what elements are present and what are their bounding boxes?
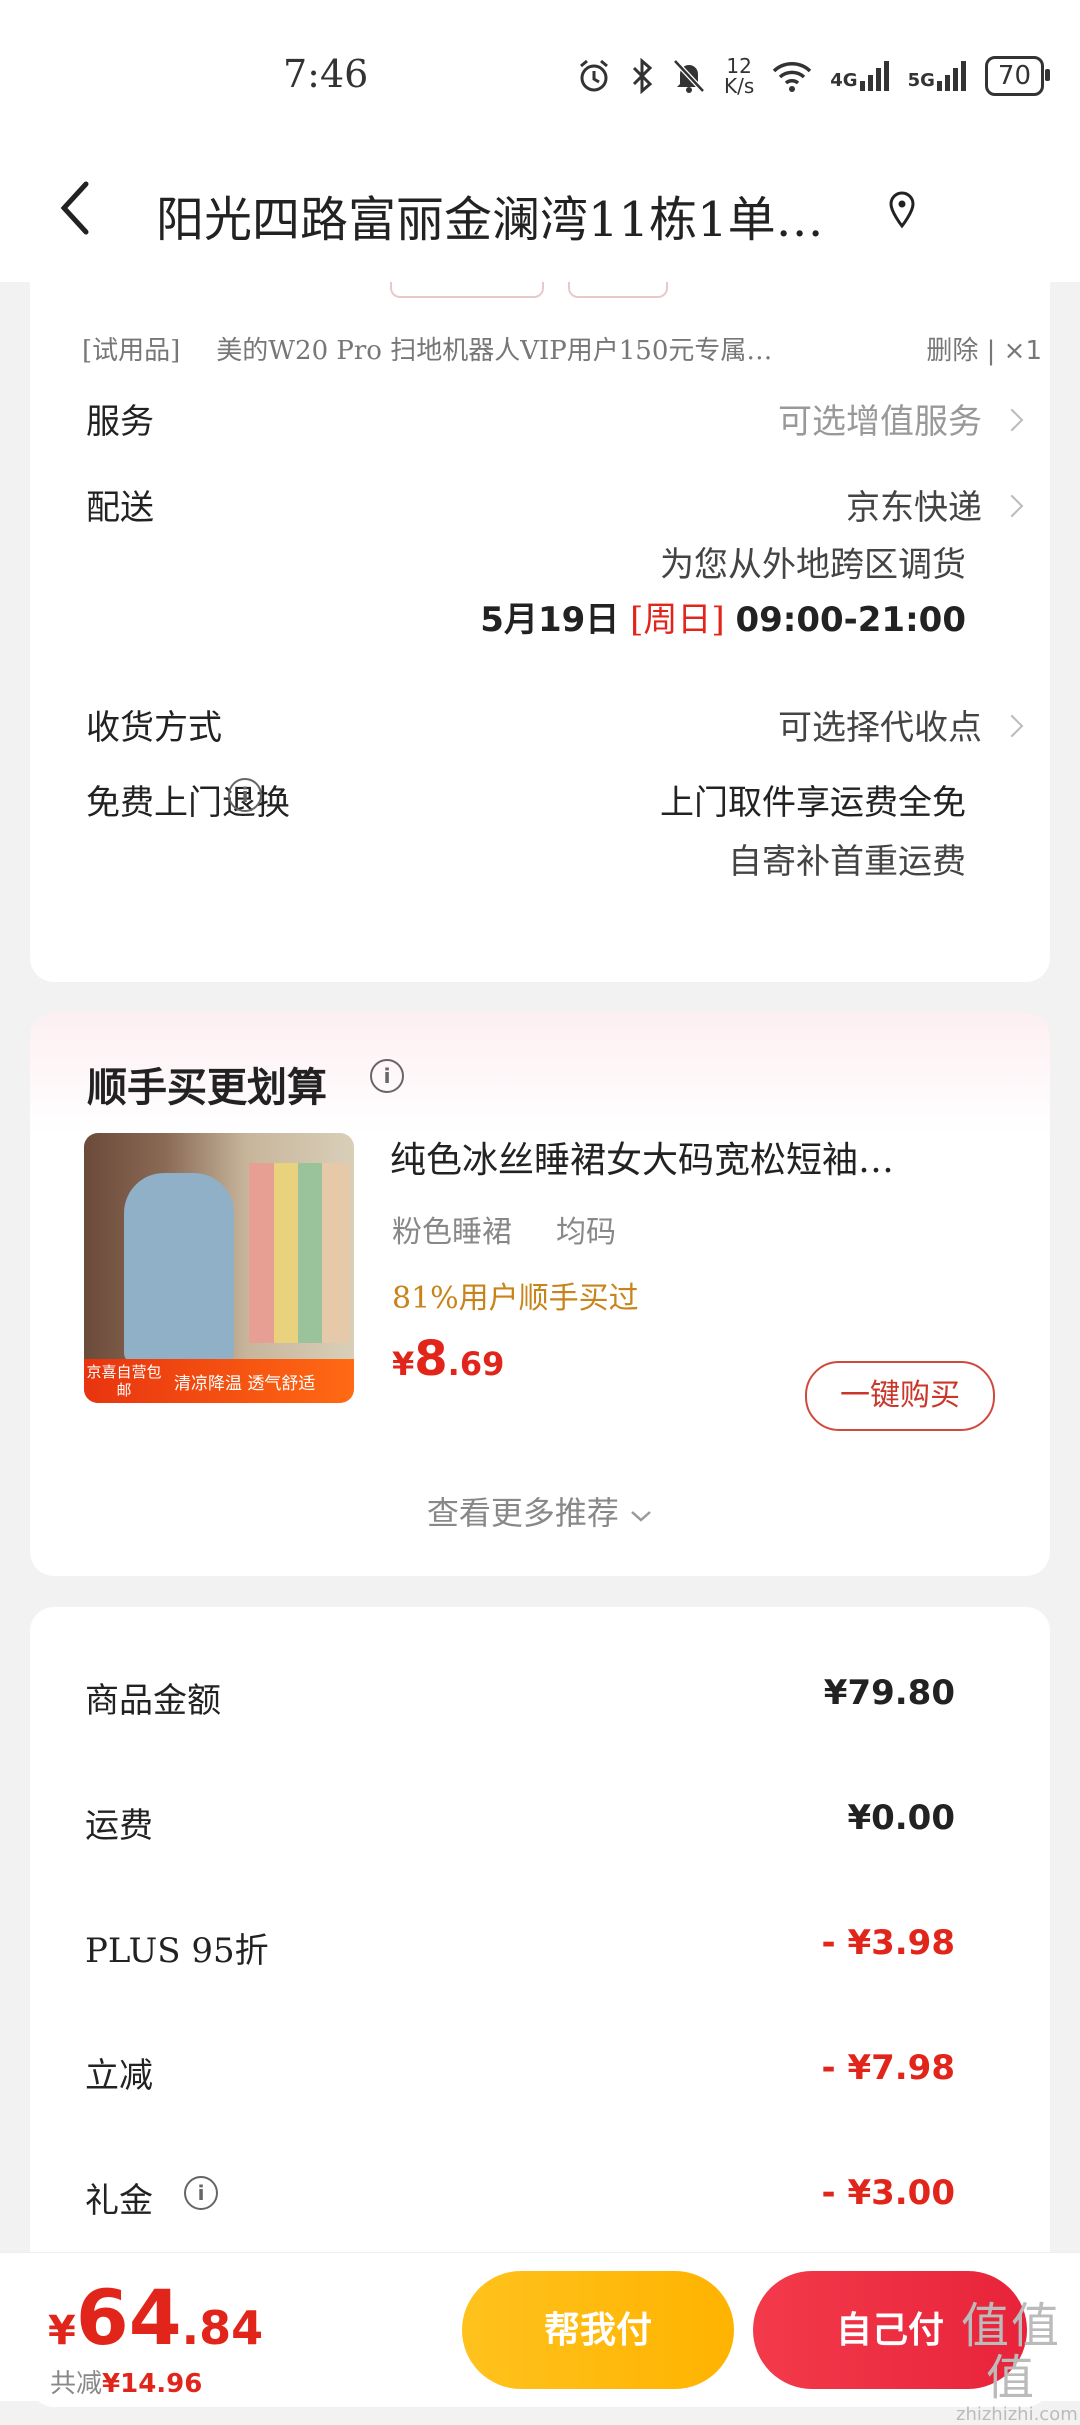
watermark-site: zhizhizhi.com [956,2404,1078,2425]
status-bar: 7:46 12 K/s 4G 5G 70 [0,0,1080,160]
fee-label-plus: PLUS 95折 [85,1931,269,1971]
signal-5g-label: 5G [907,70,935,91]
recommend-card: 顺手买更划算 i 京喜自营包邮 清凉降温 透气舒适 纯色冰丝睡裙女大码宽松短袖…… [30,1013,1050,1576]
battery-indicator: 70 [984,56,1051,96]
delivery-note: 为您从外地跨区调货 [660,545,966,585]
gift-tag: [试用品] [82,336,181,366]
delivery-carrier: 京东快递 [846,488,982,528]
delivery-address[interactable]: 阳光四路富丽金澜湾11栋1单… [156,180,856,250]
receive-method-selector[interactable]: 可选择代收点 [778,700,1024,749]
fee-label-shipping: 运费 [85,1806,153,1846]
partial-button-remnant [390,282,544,298]
delivery-selector[interactable]: 京东快递 [846,480,1024,529]
chevron-right-icon [1000,714,1024,738]
chevron-down-icon [631,1510,651,1522]
net-speed: 12 K/s [724,56,754,96]
status-time: 7:46 [283,52,369,96]
info-icon[interactable]: i [370,1059,404,1093]
signal-5g-icon: 5G [908,61,967,91]
delivery-date: 5月19日 [480,600,620,640]
fee-label-discount: 立减 [85,2056,153,2096]
product-image[interactable]: 京喜自营包邮 清凉降温 透气舒适 [84,1133,354,1403]
watermark-logo: 值值值 zhizhizhi.com [956,2298,1078,2425]
fee-value-goods: ¥79.80 [823,1673,955,1713]
delivery-label: 配送 [86,488,154,528]
back-icon[interactable] [56,178,96,238]
wifi-icon [773,62,812,92]
gift-item-row: [试用品] 美的W20 Pro 扫地机器人VIP用户150元专属… 删除 | ×… [82,330,1042,367]
recommend-title: 顺手买更划算 [87,1065,327,1111]
image-dress [124,1173,234,1363]
chevron-right-icon [1000,408,1024,432]
saved-label: 共减 [50,2369,103,2399]
total-integer: 64 [75,2273,182,2362]
fee-value-shipping: ¥0.00 [847,1798,955,1838]
product-spec: 粉色睡裙 均码 [392,1207,660,1251]
gift-name: 美的W20 Pro 扫地机器人VIP用户150元专属… [216,336,773,366]
price-decimal: .69 [447,1345,505,1383]
image-stripe [322,1163,350,1343]
net-speed-unit: K/s [724,74,755,98]
fee-label-goods: 商品金额 [85,1681,221,1721]
price-integer: 8 [414,1331,448,1387]
info-icon[interactable]: i [184,2176,218,2210]
fee-value-gift: - ¥3.00 [821,2173,956,2213]
image-ribbon: 京喜自营包邮 清凉降温 透气舒适 [84,1359,354,1403]
signal-4g-icon: 4G [830,61,889,91]
receive-method-label: 收货方式 [86,708,222,748]
delivery-slot: 5月19日 [周日] 09:00-21:00 [480,592,966,641]
info-icon[interactable]: i [228,778,262,812]
product-color: 粉色睡裙 [392,1215,512,1250]
total-saved: 共减¥14.96 [50,2363,202,2400]
gift-delete-button[interactable]: 删除 | ×1 [926,330,1042,367]
image-stripe [249,1163,277,1343]
product-social-proof: 81%用户顺手买过 [392,1281,639,1316]
price-currency: ¥ [392,1345,415,1383]
signal-4g-label: 4G [830,70,858,91]
fee-value-discount: - ¥7.98 [821,2048,956,2088]
more-recommend-label: 查看更多推荐 [426,1494,619,1532]
alarm-icon [580,59,608,92]
service-selector[interactable]: 可选增值服务 [778,394,1024,443]
watermark-mark: 值值值 [960,2298,1061,2406]
net-speed-value: 12 [726,54,752,78]
fee-label-gift: 礼金 [85,2181,153,2221]
more-recommend-link[interactable]: 查看更多推荐 [30,1488,1050,1534]
product-price: ¥8.69 [392,1331,504,1387]
delivery-day: [周日] [630,600,725,640]
service-value: 可选增值服务 [778,402,982,442]
saved-amount: ¥14.96 [102,2369,203,2399]
product-size: 均码 [556,1215,616,1250]
help-me-pay-button[interactable]: 帮我付 [462,2271,734,2389]
partial-button-remnant [568,282,668,298]
bluetooth-icon [632,58,653,94]
receive-method-value: 可选择代收点 [778,708,982,748]
checkout-bar: ¥64.84 共减¥14.96 帮我付 自己付 [0,2252,1080,2401]
service-label: 服务 [86,402,154,442]
order-details-card: [试用品] 美的W20 Pro 扫地机器人VIP用户150元专属… 删除 | ×… [30,262,1050,982]
product-name[interactable]: 纯色冰丝睡裙女大码宽松短袖… [390,1131,1010,1183]
image-tag: 京喜自营包邮 [86,1363,162,1399]
total-price: ¥64.84 [48,2273,263,2362]
image-slogan: 清凉降温 透气舒适 [174,1373,316,1394]
total-currency: ¥ [48,2308,76,2354]
delivery-time: 09:00-21:00 [735,600,966,640]
one-click-buy-button[interactable]: 一键购买 [805,1361,995,1431]
mute-bell-icon [673,59,705,93]
free-return-value: 上门取件享运费全免 [660,783,966,823]
total-decimal: .84 [181,2301,264,2355]
fee-value-plus: - ¥3.98 [821,1923,956,1963]
location-pin-icon[interactable] [886,190,918,230]
chevron-right-icon [1000,494,1024,518]
status-icons: 12 K/s 4G 5G 70 [576,56,1051,96]
free-return-note: 自寄补首重运费 [728,842,966,882]
